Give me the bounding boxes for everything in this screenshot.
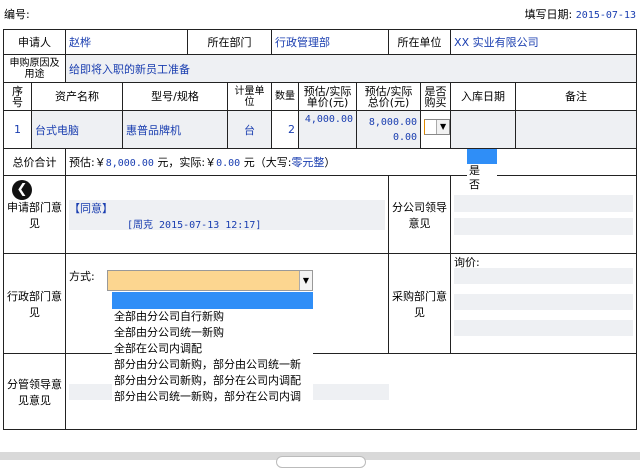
col-qty: 数量 — [271, 82, 299, 111]
row-total-actual[interactable]: 0.00 — [360, 130, 417, 145]
dropdown-highlight[interactable] — [112, 292, 313, 309]
row-unit-price[interactable]: 4,000.00 — [298, 110, 357, 149]
purchase-dept-field: 询价: — [450, 253, 638, 354]
total-caps-prefix: 元（大写: — [243, 156, 292, 169]
row-remark[interactable] — [515, 110, 638, 149]
purchase-request-form: 申请人 赵桦 所在部门 行政管理部 所在单位 XX 实业有限公司 申购原因及用途… — [3, 29, 638, 430]
total-actual-value: 0.00 — [216, 158, 241, 169]
table-row: 1 台式电脑 惠普品牌机 台 2 4,000.00 8,000.00 0.00 … — [3, 110, 638, 149]
col-buy: 是否购买 — [420, 82, 452, 111]
row-total: 8,000.00 0.00 — [355, 110, 422, 149]
total-est-value: 8,000.00 — [105, 158, 154, 169]
dropdown-option-yes[interactable]: 是 — [467, 164, 497, 178]
method-label: 方式: — [69, 270, 95, 283]
unit-value-text: XX 实业有限公司 — [454, 36, 539, 49]
method-option[interactable]: 全部由分公司统一新购 — [112, 325, 313, 341]
unit-label: 所在单位 — [388, 29, 452, 55]
total-actual-prefix: 元，实际:￥ — [157, 156, 217, 169]
inquiry-field[interactable] — [454, 268, 634, 284]
method-option[interactable]: 全部在公司内调配 — [112, 341, 313, 357]
col-index: 序号 — [3, 82, 32, 111]
buy-select[interactable]: ▼ — [424, 119, 450, 135]
opinion-tag: 【同意】 — [69, 202, 113, 215]
branch-leader-label: 分公司领导意见 — [388, 175, 452, 254]
dropdown-highlight[interactable] — [467, 149, 497, 164]
chevron-down-icon[interactable]: ▼ — [436, 120, 450, 134]
row-stock-date[interactable] — [450, 110, 517, 149]
total-est-prefix: 预估:￥ — [69, 156, 106, 169]
bottom-scrollbar[interactable] — [0, 452, 640, 468]
col-stock-date: 入库日期 — [450, 82, 517, 111]
applicant-label: 申请人 — [3, 29, 66, 55]
collapse-left-icon[interactable]: ❮ — [12, 180, 32, 200]
total-field: 预估:￥8,000.00 元，实际:￥0.00 元（大写:零元整） — [64, 148, 638, 176]
row-model[interactable]: 惠普品牌机 — [122, 110, 228, 149]
method-option[interactable]: 部分由分公司新购，部分在公司内调配 — [112, 373, 313, 389]
total-caps-suffix: ） — [324, 156, 336, 169]
fill-date: 填写日期: 2015-07-13 — [525, 6, 636, 22]
inquiry-label: 询价: — [454, 256, 480, 269]
applicant-value: 赵桦 — [65, 29, 188, 55]
fill-date-value: 2015-07-13 — [575, 10, 636, 21]
method-select[interactable]: ▼ — [107, 270, 313, 291]
row-index: 1 — [3, 110, 32, 149]
row-qty[interactable]: 2 — [271, 110, 299, 149]
total-caps-value: 零元整 — [291, 156, 325, 169]
row-unit[interactable]: 台 — [227, 110, 272, 149]
row-buy-cell: ▼ — [420, 110, 452, 149]
method-dropdown-list: 全部由分公司自行新购 全部由分公司统一新购 全部在公司内调配 部分由分公司新购，… — [112, 292, 313, 405]
reason-field[interactable]: 给即将入职的新员工准备 — [64, 54, 638, 83]
dept-opinion-field: 【同意】 [周克 2015-07-13 12:17] — [64, 175, 390, 254]
col-name: 资产名称 — [31, 82, 123, 111]
scroll-handle[interactable] — [276, 456, 366, 468]
reason-label: 申购原因及用途 — [3, 54, 66, 83]
purchase-dept-label: 采购部门意见 — [388, 253, 452, 354]
fill-date-label: 填写日期: — [524, 8, 573, 21]
row-name[interactable]: 台式电脑 — [31, 110, 123, 149]
dropdown-option-no[interactable]: 否 — [467, 178, 497, 192]
form-header: 编号: 填写日期: 2015-07-13 — [0, 0, 640, 24]
row-total-est[interactable]: 8,000.00 — [360, 115, 417, 130]
opinion-signer: [周克 2015-07-13 12:17] — [127, 220, 262, 231]
method-option[interactable]: 全部由分公司自行新购 — [112, 309, 313, 325]
buy-dropdown-list: 是 否 — [467, 149, 497, 192]
chevron-down-icon[interactable]: ▼ — [299, 271, 312, 290]
admin-dept-label: 行政部门意见 — [3, 253, 66, 354]
col-total: 预估/实际总价(元) — [355, 82, 422, 111]
dept-value: 行政管理部 — [270, 29, 390, 55]
method-option[interactable]: 部分由公司统一新购，部分在公司内调 — [112, 389, 313, 405]
leader-label: 分管领导意见意见 — [3, 353, 66, 430]
col-remark: 备注 — [515, 82, 638, 111]
number-label: 编号: — [4, 8, 30, 21]
dept-label: 所在部门 — [187, 29, 272, 55]
unit-value: XX 实业有限公司 — [450, 29, 638, 55]
col-unit: 计量单位 — [227, 82, 272, 111]
total-label: 总价合计 — [3, 148, 66, 176]
col-unit-price: 预估/实际单价(元) — [298, 82, 357, 111]
method-option[interactable]: 部分由分公司新购，部分由公司统一新 — [112, 357, 313, 373]
col-model: 型号/规格 — [122, 82, 228, 111]
